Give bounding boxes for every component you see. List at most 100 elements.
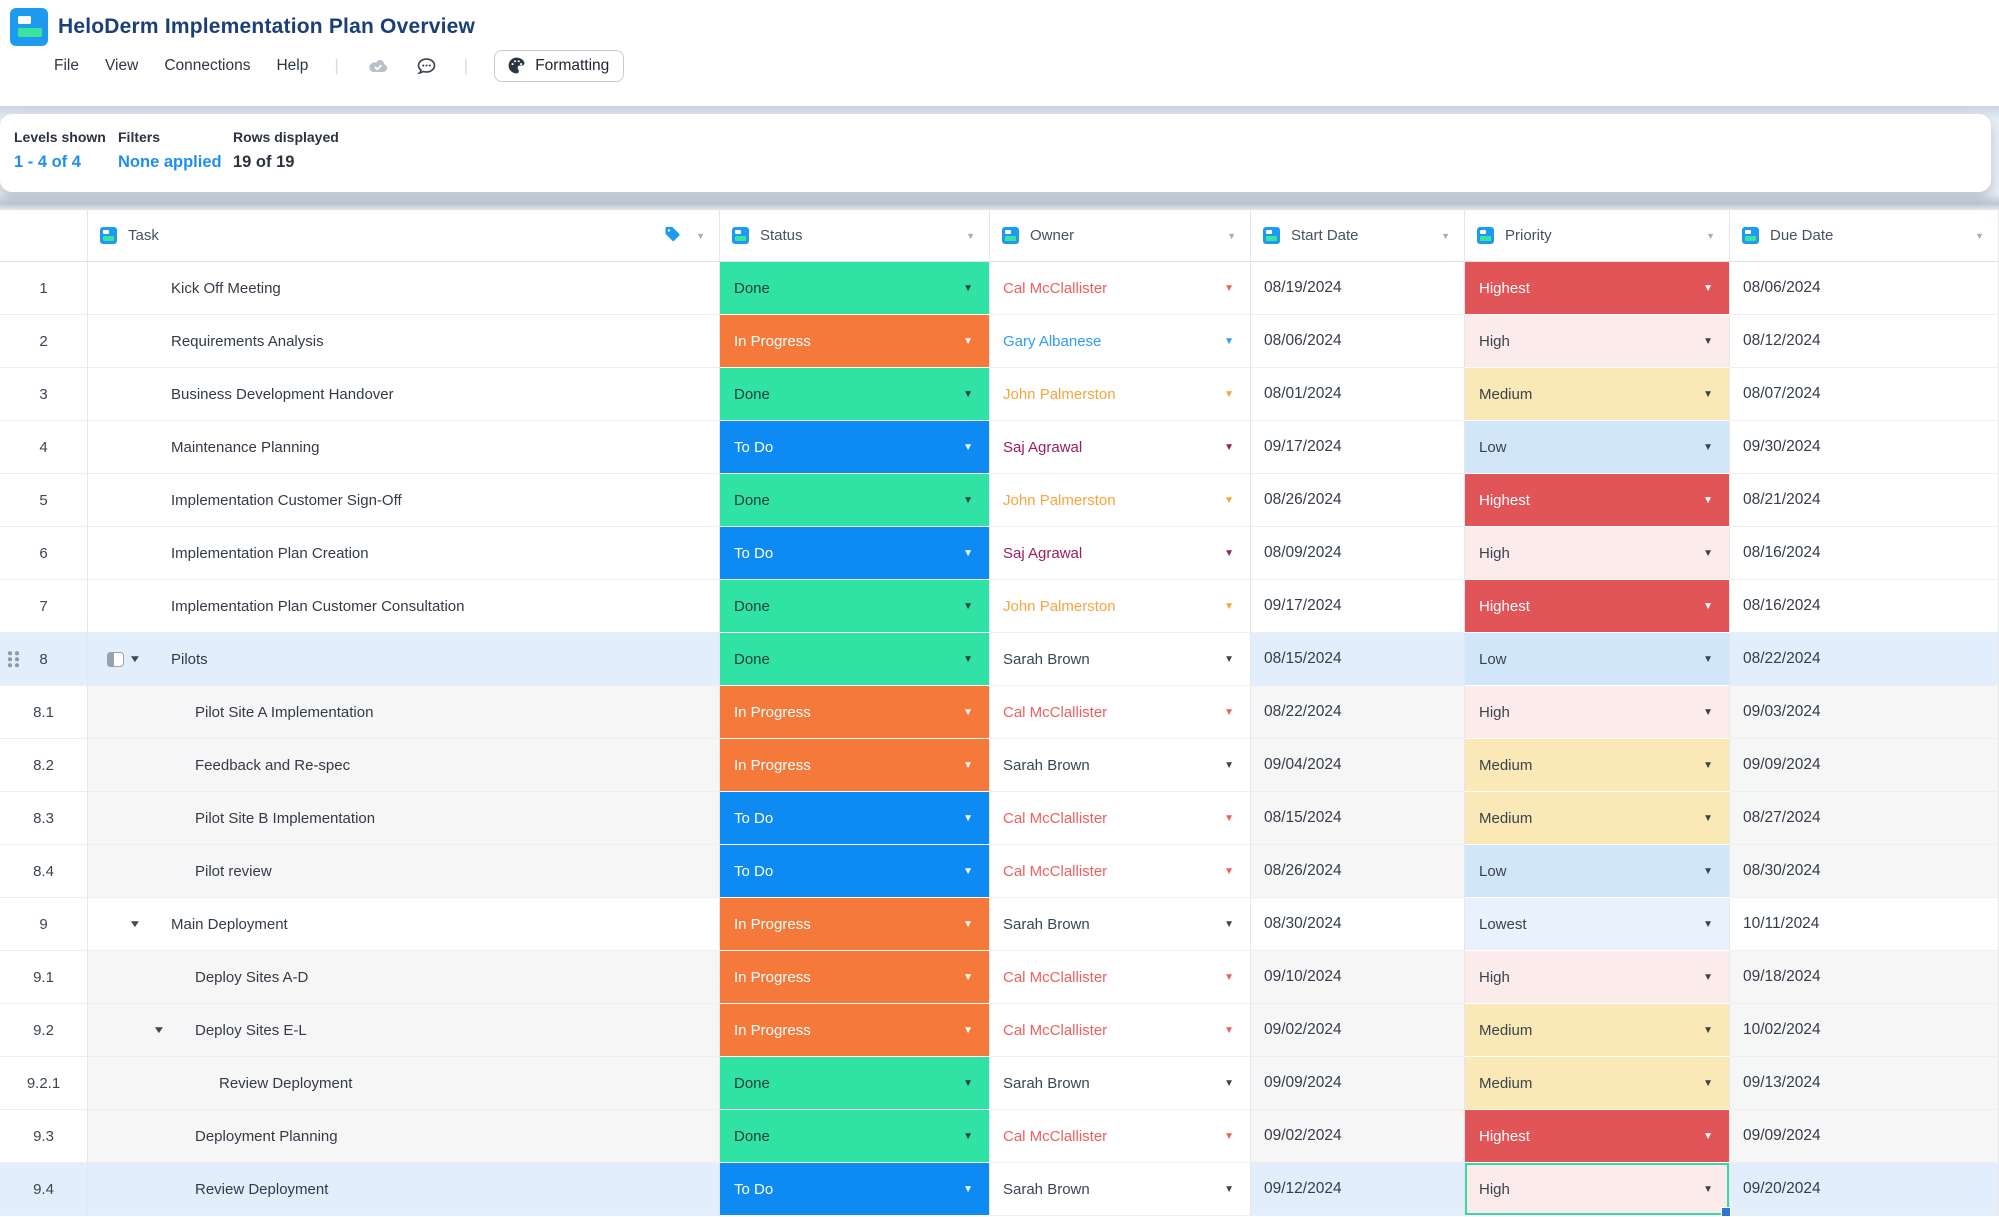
start-date-cell[interactable]: 09/09/2024: [1251, 1057, 1465, 1110]
tag-icon[interactable]: [664, 225, 681, 246]
priority-cell[interactable]: Highest ▼: [1465, 474, 1730, 527]
start-date-cell[interactable]: 09/10/2024: [1251, 951, 1465, 1004]
start-date-cell[interactable]: 08/15/2024: [1251, 792, 1465, 845]
drag-handle-icon[interactable]: [8, 651, 19, 667]
owner-cell[interactable]: Cal McClallister ▼: [990, 262, 1251, 315]
status-cell[interactable]: In Progress ▼: [720, 1004, 990, 1057]
priority-cell[interactable]: Medium ▼: [1465, 1057, 1730, 1110]
start-date-cell[interactable]: 09/02/2024: [1251, 1110, 1465, 1163]
due-date-cell[interactable]: 08/22/2024: [1730, 633, 1999, 686]
priority-cell[interactable]: High ▼: [1465, 527, 1730, 580]
stat-value[interactable]: 1 - 4 of 4: [14, 153, 106, 172]
column-header-task[interactable]: Task ▼: [88, 210, 720, 262]
menu-item-view[interactable]: View: [105, 57, 138, 75]
formatting-button[interactable]: Formatting: [494, 50, 624, 82]
priority-cell[interactable]: Highest ▼: [1465, 262, 1730, 315]
task-cell[interactable]: ▼ Review Deployment: [88, 1163, 720, 1216]
menu-item-file[interactable]: File: [54, 57, 79, 75]
priority-cell[interactable]: High ▼: [1465, 951, 1730, 1004]
status-cell[interactable]: Done ▼: [720, 1057, 990, 1110]
task-cell[interactable]: ▼ Business Development Handover: [88, 368, 720, 421]
priority-cell[interactable]: Medium ▼: [1465, 1004, 1730, 1057]
status-cell[interactable]: Done ▼: [720, 262, 990, 315]
status-cell[interactable]: To Do ▼: [720, 845, 990, 898]
column-header-start-date[interactable]: Start Date ▼: [1251, 210, 1465, 262]
due-date-cell[interactable]: 09/09/2024: [1730, 739, 1999, 792]
task-cell[interactable]: ▼ Deploy Sites A-D: [88, 951, 720, 1004]
priority-cell[interactable]: Low ▼: [1465, 421, 1730, 474]
status-cell[interactable]: In Progress ▼: [720, 898, 990, 951]
due-date-cell[interactable]: 08/12/2024: [1730, 315, 1999, 368]
task-cell[interactable]: ▼ Implementation Plan Creation: [88, 527, 720, 580]
priority-cell[interactable]: Medium ▼: [1465, 368, 1730, 421]
owner-cell[interactable]: John Palmerston ▼: [990, 580, 1251, 633]
task-cell[interactable]: ▼ Feedback and Re-spec: [88, 739, 720, 792]
owner-cell[interactable]: Cal McClallister ▼: [990, 1004, 1251, 1057]
priority-cell[interactable]: Medium ▼: [1465, 792, 1730, 845]
collapse-caret-icon[interactable]: ▼: [128, 919, 141, 930]
start-date-cell[interactable]: 08/22/2024: [1251, 686, 1465, 739]
stat-value[interactable]: None applied: [118, 153, 222, 172]
column-header-priority[interactable]: Priority ▼: [1465, 210, 1730, 262]
priority-cell[interactable]: Medium ▼: [1465, 739, 1730, 792]
due-date-cell[interactable]: 08/30/2024: [1730, 845, 1999, 898]
due-date-cell[interactable]: 09/13/2024: [1730, 1057, 1999, 1110]
status-cell[interactable]: To Do ▼: [720, 792, 990, 845]
status-cell[interactable]: To Do ▼: [720, 1163, 990, 1216]
column-header-due-date[interactable]: Due Date ▼: [1730, 210, 1999, 262]
column-menu-caret-icon[interactable]: ▼: [1227, 231, 1236, 241]
column-menu-caret-icon[interactable]: ▼: [1706, 231, 1715, 241]
due-date-cell[interactable]: 08/16/2024: [1730, 527, 1999, 580]
owner-cell[interactable]: Cal McClallister ▼: [990, 1110, 1251, 1163]
task-cell[interactable]: ▼ Maintenance Planning: [88, 421, 720, 474]
collapse-caret-icon[interactable]: ▼: [152, 1025, 165, 1036]
fill-handle[interactable]: [1721, 1207, 1731, 1217]
priority-cell[interactable]: Low ▼: [1465, 845, 1730, 898]
due-date-cell[interactable]: 08/16/2024: [1730, 580, 1999, 633]
start-date-cell[interactable]: 08/09/2024: [1251, 527, 1465, 580]
task-cell[interactable]: ▼ Deploy Sites E-L: [88, 1004, 720, 1057]
status-cell[interactable]: In Progress ▼: [720, 739, 990, 792]
due-date-cell[interactable]: 08/06/2024: [1730, 262, 1999, 315]
owner-cell[interactable]: Cal McClallister ▼: [990, 792, 1251, 845]
owner-cell[interactable]: Gary Albanese ▼: [990, 315, 1251, 368]
status-cell[interactable]: Done ▼: [720, 580, 990, 633]
status-cell[interactable]: Done ▼: [720, 474, 990, 527]
due-date-cell[interactable]: 09/09/2024: [1730, 1110, 1999, 1163]
open-item-panel-icon[interactable]: [107, 652, 124, 667]
owner-cell[interactable]: Saj Agrawal ▼: [990, 421, 1251, 474]
due-date-cell[interactable]: 08/27/2024: [1730, 792, 1999, 845]
owner-cell[interactable]: John Palmerston ▼: [990, 474, 1251, 527]
column-menu-caret-icon[interactable]: ▼: [696, 231, 705, 241]
column-menu-caret-icon[interactable]: ▼: [1441, 231, 1450, 241]
task-cell[interactable]: ▼ Pilots: [88, 633, 720, 686]
priority-cell[interactable]: High ▼: [1465, 315, 1730, 368]
owner-cell[interactable]: Sarah Brown ▼: [990, 1163, 1251, 1216]
owner-cell[interactable]: Sarah Brown ▼: [990, 1057, 1251, 1110]
due-date-cell[interactable]: 10/11/2024: [1730, 898, 1999, 951]
owner-cell[interactable]: Cal McClallister ▼: [990, 686, 1251, 739]
menu-item-connections[interactable]: Connections: [164, 57, 250, 75]
priority-cell[interactable]: Highest ▼: [1465, 1110, 1730, 1163]
status-cell[interactable]: In Progress ▼: [720, 686, 990, 739]
owner-cell[interactable]: Saj Agrawal ▼: [990, 527, 1251, 580]
task-cell[interactable]: ▼ Main Deployment: [88, 898, 720, 951]
status-cell[interactable]: Done ▼: [720, 1110, 990, 1163]
due-date-cell[interactable]: 08/21/2024: [1730, 474, 1999, 527]
task-cell[interactable]: ▼ Requirements Analysis: [88, 315, 720, 368]
start-date-cell[interactable]: 08/26/2024: [1251, 474, 1465, 527]
start-date-cell[interactable]: 09/17/2024: [1251, 580, 1465, 633]
start-date-cell[interactable]: 08/06/2024: [1251, 315, 1465, 368]
column-menu-caret-icon[interactable]: ▼: [1975, 231, 1984, 241]
owner-cell[interactable]: Cal McClallister ▼: [990, 845, 1251, 898]
task-cell[interactable]: ▼ Pilot Site A Implementation: [88, 686, 720, 739]
menu-item-help[interactable]: Help: [276, 57, 308, 75]
owner-cell[interactable]: Sarah Brown ▼: [990, 739, 1251, 792]
owner-cell[interactable]: Sarah Brown ▼: [990, 633, 1251, 686]
status-cell[interactable]: Done ▼: [720, 368, 990, 421]
column-header-owner[interactable]: Owner ▼: [990, 210, 1251, 262]
due-date-cell[interactable]: 09/03/2024: [1730, 686, 1999, 739]
priority-cell[interactable]: High ▼: [1465, 686, 1730, 739]
priority-cell[interactable]: Highest ▼: [1465, 580, 1730, 633]
due-date-cell[interactable]: 08/07/2024: [1730, 368, 1999, 421]
